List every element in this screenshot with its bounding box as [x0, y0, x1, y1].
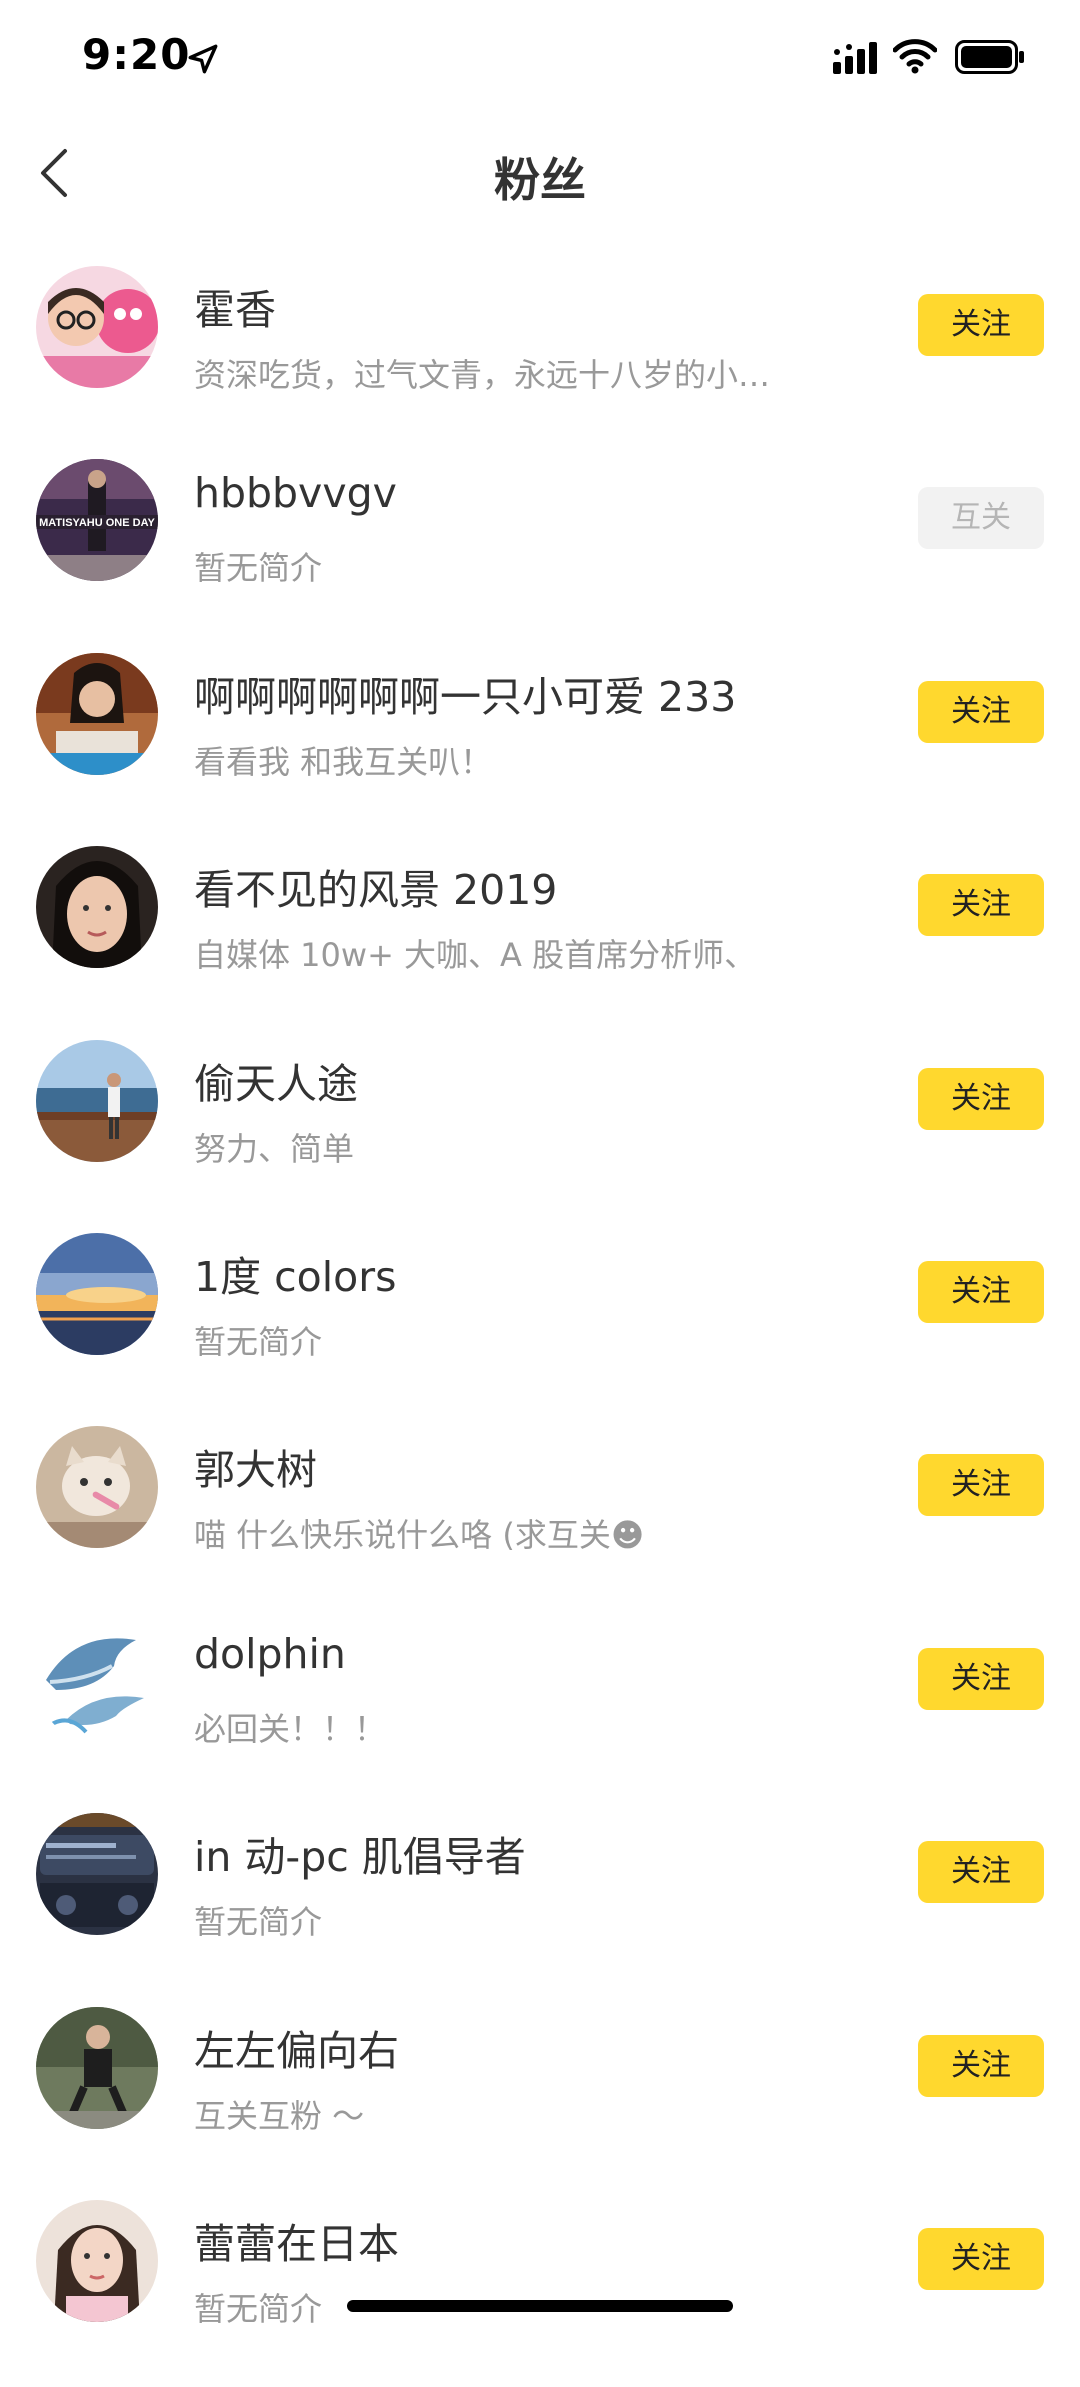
fan-name: 看不见的风景 2019	[194, 866, 558, 915]
list-item[interactable]: 蕾蕾在日本 暂无简介 关注	[0, 2194, 1080, 2387]
fan-bio: 暂无简介	[194, 2289, 323, 2328]
list-item[interactable]: 1度 colors 暂无简介 关注	[0, 1227, 1080, 1420]
follow-button[interactable]: 关注	[918, 874, 1044, 937]
follow-button[interactable]: 关注	[918, 2227, 1044, 2290]
fan-name: 偷天人途	[194, 1059, 358, 1108]
fan-bio: 必回关！！！	[194, 1709, 387, 1748]
follow-button[interactable]: 关注	[918, 1260, 1044, 1323]
list-item[interactable]: 啊啊啊啊啊啊一只小可爱 233 看看我 和我互关叭！ 关注	[0, 647, 1080, 840]
follow-button[interactable]: 关注	[918, 2034, 1044, 2097]
fan-name: in 动-pc 肌倡导者	[194, 1833, 526, 1882]
fan-bio: 暂无简介	[194, 549, 323, 588]
follow-button[interactable]: 关注	[918, 1454, 1044, 1517]
fan-name: 1度 colors	[194, 1252, 397, 1301]
fan-bio: 努力、简单	[194, 1129, 355, 1168]
fan-name: 啊啊啊啊啊啊一只小可爱 233	[194, 672, 737, 721]
wifi-icon	[893, 39, 937, 74]
follow-button[interactable]: 关注	[918, 680, 1044, 743]
list-item[interactable]: in 动-pc 肌倡导者 暂无简介 关注	[0, 1807, 1080, 2000]
avatar[interactable]	[36, 1039, 158, 1162]
fan-bio: 自媒体 10w+ 大咖、A 股首席分析师、	[194, 936, 757, 975]
svg-text:MATISYAHU ONE DAY: MATISYAHU ONE DAY	[39, 517, 155, 529]
fan-name: 霍香	[194, 286, 276, 334]
follow-button[interactable]: 关注	[918, 1841, 1044, 1904]
avatar[interactable]	[36, 2006, 158, 2129]
fan-bio: 暂无简介	[194, 1903, 323, 1942]
location-arrow-icon	[188, 44, 218, 74]
follow-button[interactable]: 关注	[918, 1067, 1044, 1130]
battery-icon	[955, 40, 1024, 74]
list-item[interactable]: 看不见的风景 2019 自媒体 10w+ 大咖、A 股首席分析师、 关注	[0, 840, 1080, 1033]
list-item[interactable]: 霍香 资深吃货，过气文青，永远十八岁的小… 关注	[0, 260, 1080, 453]
avatar[interactable]: MATISYAHU ONE DAY	[36, 459, 158, 582]
fan-bio: 喵 什么快乐说什么咯 (求互关☻	[194, 1516, 645, 1555]
follow-button[interactable]: 关注	[918, 1647, 1044, 1710]
nav-bar: 粉丝	[0, 120, 1080, 224]
follow-button[interactable]: 关注	[918, 294, 1044, 356]
page-title: 粉丝	[494, 153, 586, 207]
avatar[interactable]	[36, 1813, 158, 1936]
fan-bio: 看看我 和我互关叭！	[194, 742, 493, 781]
avatar[interactable]	[36, 1619, 158, 1742]
avatar[interactable]	[36, 1426, 158, 1549]
avatar[interactable]	[36, 1232, 158, 1355]
cellular-signal-icon	[833, 42, 877, 74]
list-item[interactable]: MATISYAHU ONE DAY hbbbvvgv 暂无简介 互关	[0, 453, 1080, 646]
list-item[interactable]: 郭大树 喵 什么快乐说什么咯 (求互关☻ 关注	[0, 1420, 1080, 1613]
fan-bio: 互关互粉 ～	[194, 2096, 365, 2135]
fan-name: 蕾蕾在日本	[194, 2219, 399, 2268]
fan-name: hbbbvvgv	[194, 469, 397, 518]
fan-name: 郭大树	[194, 1446, 317, 1495]
list-item[interactable]: dolphin 必回关！！！ 关注	[0, 1614, 1080, 1807]
status-bar: 9:20	[0, 0, 1080, 120]
fan-name: dolphin	[194, 1629, 346, 1678]
avatar[interactable]	[36, 652, 158, 775]
list-item[interactable]: 偷天人途 努力、简单 关注	[0, 1034, 1080, 1227]
avatar[interactable]	[36, 266, 158, 388]
home-indicator	[347, 2300, 733, 2312]
fan-bio: 资深吃货，过气文青，永远十八岁的小…	[194, 356, 771, 394]
fan-bio: 暂无简介	[194, 1322, 323, 1361]
avatar[interactable]	[36, 2199, 158, 2322]
fan-name: 左左偏向右	[194, 2026, 399, 2075]
status-time: 9:20	[82, 30, 191, 79]
avatar[interactable]	[36, 846, 158, 969]
fans-list: 霍香 资深吃货，过气文青，永远十八岁的小… 关注 MATISYAHU ONE D…	[0, 260, 1080, 2387]
list-item[interactable]: 左左偏向右 互关互粉 ～ 关注	[0, 2001, 1080, 2194]
mutual-follow-button[interactable]: 互关	[918, 487, 1044, 550]
